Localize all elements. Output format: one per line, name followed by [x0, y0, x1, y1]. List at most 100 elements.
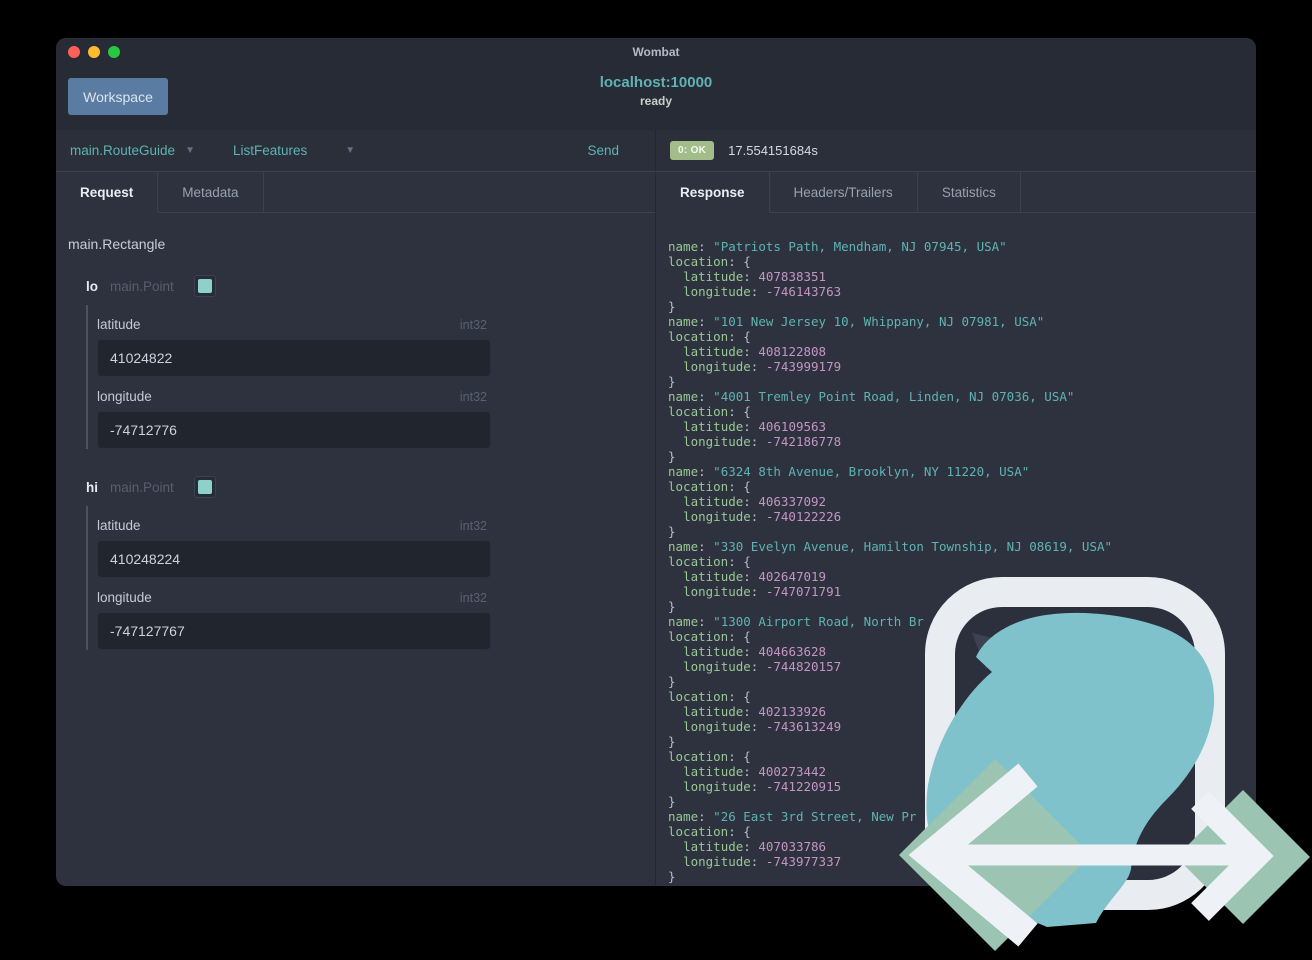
response-line: longitude: -744820157	[683, 659, 842, 674]
group-header: lo main.Point	[86, 274, 655, 298]
response-line: latitude: 402647019	[683, 569, 827, 584]
field-name-label: latitude	[97, 518, 141, 533]
response-line: latitude: 407033786	[683, 839, 827, 854]
group-type-label: main.Point	[110, 479, 174, 495]
field-type-label: int32	[459, 390, 487, 404]
response-line: name: "26 East 3rd Street, New Pr	[668, 809, 917, 824]
tab-request[interactable]: Request	[56, 172, 159, 213]
group-fields: latitude int32 longitude int32	[86, 506, 491, 650]
response-line: latitude: 408122808	[683, 344, 827, 359]
group-type-label: main.Point	[110, 278, 174, 294]
response-line: location: {	[668, 629, 751, 644]
checkbox-check-icon	[197, 279, 212, 293]
method-select-value: ListFeatures	[232, 143, 308, 158]
field-type-label: int32	[459, 519, 487, 533]
tab-response[interactable]: Response	[656, 172, 770, 213]
group-header: hi main.Point	[86, 475, 655, 499]
response-line: location: {	[668, 404, 751, 419]
response-line: latitude: 402133926	[683, 704, 827, 719]
response-line: name: "6324 8th Avenue, Brooklyn, NY 112…	[668, 464, 1030, 479]
checkbox-check-icon	[197, 480, 212, 494]
close-button[interactable]	[68, 46, 80, 58]
response-line: latitude: 407838351	[683, 269, 827, 284]
tab-metadata[interactable]: Metadata	[158, 172, 264, 213]
response-line: name: "4001 Tremley Point Road, Linden, …	[668, 389, 1075, 404]
service-select-value: main.RouteGuide	[70, 143, 176, 158]
tab-filler	[263, 172, 655, 213]
response-line: longitude: -743999179	[683, 359, 842, 374]
lo-longitude-input[interactable]	[97, 411, 491, 449]
response-line: longitude: -743613249	[683, 719, 842, 734]
lo-latitude-input[interactable]	[97, 339, 491, 377]
response-line: latitude: 406337092	[683, 494, 827, 509]
response-output: name: "Patriots Path, Mendham, NJ 07945,…	[656, 213, 1256, 884]
connection-info: localhost:10000 ready	[56, 74, 1256, 108]
hi-enabled-checkbox[interactable]	[193, 476, 216, 498]
response-line: name: "Patriots Path, Mendham, NJ 07945,…	[668, 239, 1007, 254]
response-line: longitude: -741220915	[683, 779, 842, 794]
response-line: location: {	[668, 329, 751, 344]
response-line: name: "330 Evelyn Avenue, Hamilton Towns…	[668, 539, 1113, 554]
call-toolbar-left: main.RouteGuide ▼ ListFeatures ▼ Send	[56, 130, 656, 171]
tab-bars: Request Metadata Response Headers/Traile…	[56, 172, 1256, 213]
zoom-button[interactable]	[108, 46, 120, 58]
tab-headers-trailers[interactable]: Headers/Trailers	[769, 172, 918, 213]
response-line: }	[668, 299, 676, 314]
field-group-lo: lo main.Point latitude int32 longi	[86, 274, 655, 449]
response-line: }	[668, 374, 676, 389]
chevron-down-icon: ▼	[345, 145, 356, 156]
chevron-down-icon: ▼	[185, 145, 195, 156]
field-group-hi: hi main.Point latitude int32 longi	[86, 475, 655, 650]
window-title: Wombat	[632, 45, 680, 59]
method-select[interactable]: ListFeatures ▼	[233, 143, 355, 158]
hi-latitude-input[interactable]	[97, 540, 491, 578]
field-hi-latitude: latitude int32	[97, 506, 491, 578]
group-fields: latitude int32 longitude int32	[86, 305, 491, 449]
response-line: latitude: 406109563	[683, 419, 827, 434]
response-line: }	[668, 794, 676, 809]
response-line: location: {	[668, 479, 751, 494]
response-line: }	[668, 449, 676, 464]
response-line: longitude: -747071791	[683, 584, 842, 599]
service-select[interactable]: main.RouteGuide ▼	[70, 143, 195, 158]
response-line: }	[668, 599, 676, 614]
field-hi-longitude: longitude int32	[97, 578, 491, 650]
response-line: name: "1300 Airport Road, North Br	[668, 614, 924, 629]
field-lo-latitude: latitude int32	[97, 305, 491, 377]
response-line: location: {	[668, 554, 751, 569]
response-line: latitude: 404663628	[683, 644, 827, 659]
response-panel[interactable]: name: "Patriots Path, Mendham, NJ 07945,…	[656, 213, 1256, 886]
field-name-label: longitude	[97, 590, 152, 605]
response-line: }	[668, 524, 676, 539]
response-tab-bar: Response Headers/Trailers Statistics	[656, 172, 1256, 213]
lo-enabled-checkbox[interactable]	[193, 275, 216, 297]
response-line: name: "101 New Jersey 10, Whippany, NJ 0…	[668, 314, 1045, 329]
response-line: location: {	[668, 824, 751, 839]
field-type-label: int32	[459, 591, 487, 605]
server-address: localhost:10000	[599, 74, 713, 91]
request-panel: main.Rectangle lo main.Point latitude in…	[56, 213, 656, 886]
connection-header: Workspace localhost:10000 ready	[56, 66, 1256, 130]
group-key-label: hi	[86, 479, 98, 495]
call-toolbar: main.RouteGuide ▼ ListFeatures ▼ Send 0:…	[56, 130, 1256, 172]
field-name-label: longitude	[97, 389, 152, 404]
group-key-label: lo	[86, 278, 98, 294]
main-content: main.Rectangle lo main.Point latitude in…	[56, 213, 1256, 886]
response-line: location: {	[668, 254, 751, 269]
response-line: longitude: -740122226	[683, 509, 842, 524]
send-button[interactable]: Send	[587, 143, 619, 158]
response-line: longitude: -746143763	[683, 284, 842, 299]
minimize-button[interactable]	[88, 46, 100, 58]
status-badge: 0: OK	[670, 141, 715, 160]
response-line: }	[668, 734, 676, 749]
app-window: Wombat Workspace localhost:10000 ready m…	[56, 38, 1256, 886]
call-duration: 17.554151684s	[728, 143, 818, 158]
response-line: latitude: 400273442	[683, 764, 827, 779]
response-line: location: {	[668, 689, 751, 704]
request-tab-bar: Request Metadata	[56, 172, 656, 213]
message-type-label: main.Rectangle	[68, 236, 166, 252]
hi-longitude-input[interactable]	[97, 612, 491, 650]
response-line: longitude: -743977337	[683, 854, 842, 869]
title-bar: Wombat	[56, 38, 1256, 66]
tab-statistics[interactable]: Statistics	[917, 172, 1021, 213]
